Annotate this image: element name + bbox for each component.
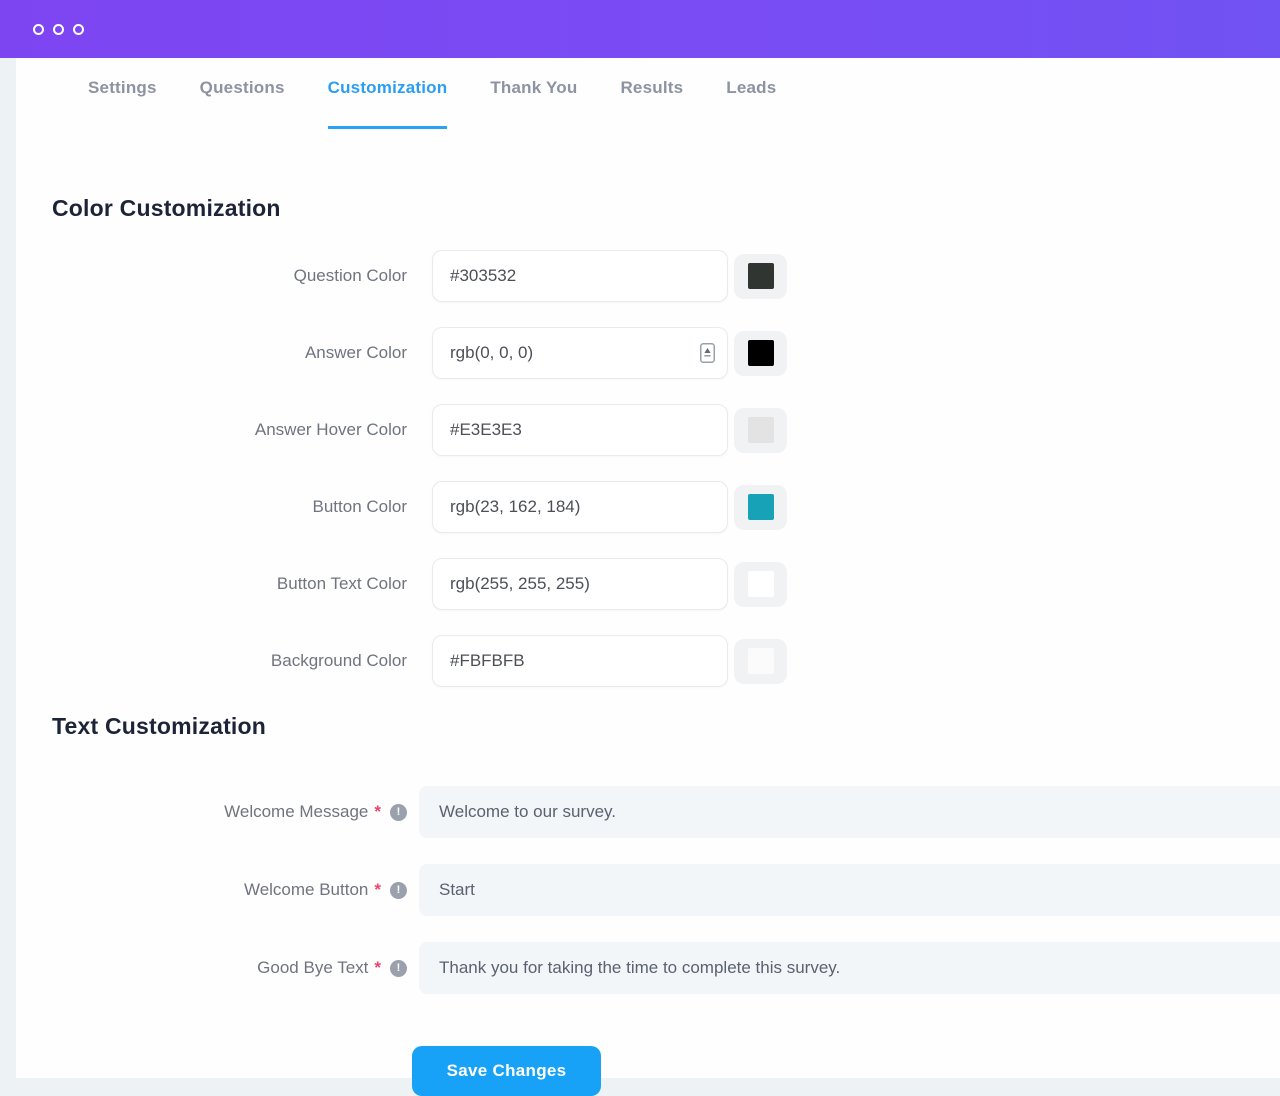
window-control-dot-2[interactable] — [53, 23, 64, 35]
save-changes-button[interactable]: Save Changes — [412, 1046, 601, 1096]
button-color-label: Button Color — [312, 497, 408, 516]
required-asterisk: * — [374, 958, 381, 977]
good-bye-text-input[interactable] — [419, 942, 1280, 994]
answer-color-row: Answer Color — [16, 327, 1280, 379]
tab-questions[interactable]: Questions — [200, 78, 285, 129]
required-asterisk: * — [374, 802, 381, 821]
answer-hover-color-swatch — [747, 417, 774, 443]
answer-color-swatch — [747, 340, 774, 366]
button-text-color-swatch — [747, 571, 774, 597]
window-control-dot-1[interactable] — [33, 23, 44, 35]
answer-hover-color-label: Answer Hover Color — [254, 420, 407, 439]
info-icon[interactable]: ! — [390, 959, 407, 977]
background-color-label: Background Color — [270, 651, 407, 670]
background-color-input[interactable] — [432, 635, 728, 687]
answer-color-swatch-button[interactable] — [734, 330, 787, 376]
survey-settings-panel: Settings Questions Customization Thank Y… — [16, 58, 1280, 1096]
button-text-color-swatch-button[interactable] — [734, 561, 787, 607]
answer-hover-color-row: Answer Hover Color — [16, 404, 1280, 456]
welcome-button-row: Welcome Button * ! — [16, 864, 1280, 916]
welcome-message-row: Welcome Message * ! — [16, 786, 1280, 838]
question-color-input[interactable] — [432, 250, 728, 302]
button-color-swatch — [747, 494, 774, 520]
welcome-message-input[interactable] — [419, 786, 1280, 838]
text-customization-title: Text Customization — [52, 713, 267, 739]
window-titlebar — [0, 0, 1280, 58]
autofill-icon — [700, 343, 715, 363]
background-color-row: Background Color — [16, 635, 1280, 687]
answer-color-input[interactable] — [432, 327, 728, 379]
button-text-color-label: Button Text Color — [276, 574, 407, 593]
welcome-message-label: Welcome Message — [224, 802, 369, 821]
button-color-row: Button Color — [16, 481, 1280, 533]
background-color-swatch-button[interactable] — [734, 638, 787, 684]
welcome-button-input[interactable] — [419, 864, 1280, 916]
background-color-swatch — [747, 648, 774, 674]
button-color-swatch-button[interactable] — [734, 484, 787, 530]
button-text-color-input[interactable] — [432, 558, 728, 610]
color-customization-title: Color Customization — [52, 195, 281, 221]
tab-leads[interactable]: Leads — [726, 78, 776, 129]
question-color-label: Question Color — [293, 266, 407, 285]
tab-settings[interactable]: Settings — [88, 78, 157, 129]
answer-color-label: Answer Color — [304, 343, 407, 362]
good-bye-text-label: Good Bye Text — [257, 958, 369, 977]
question-color-row: Question Color — [16, 250, 1280, 302]
button-text-color-row: Button Text Color — [16, 558, 1280, 610]
question-color-swatch — [747, 263, 774, 289]
tab-bar: Settings Questions Customization Thank Y… — [16, 58, 1280, 129]
tab-thank-you[interactable]: Thank You — [490, 78, 577, 129]
answer-hover-color-input[interactable] — [432, 404, 728, 456]
button-color-input[interactable] — [432, 481, 728, 533]
required-asterisk: * — [374, 880, 381, 899]
window-controls — [33, 23, 84, 35]
answer-hover-color-swatch-button[interactable] — [734, 407, 787, 453]
info-icon[interactable]: ! — [390, 803, 407, 821]
question-color-swatch-button[interactable] — [734, 253, 787, 299]
tab-results[interactable]: Results — [620, 78, 683, 129]
window-control-dot-3[interactable] — [73, 23, 84, 35]
good-bye-text-row: Good Bye Text * ! — [16, 942, 1280, 994]
welcome-button-label: Welcome Button — [243, 880, 369, 899]
info-icon[interactable]: ! — [390, 881, 407, 899]
tab-customization[interactable]: Customization — [327, 78, 448, 129]
